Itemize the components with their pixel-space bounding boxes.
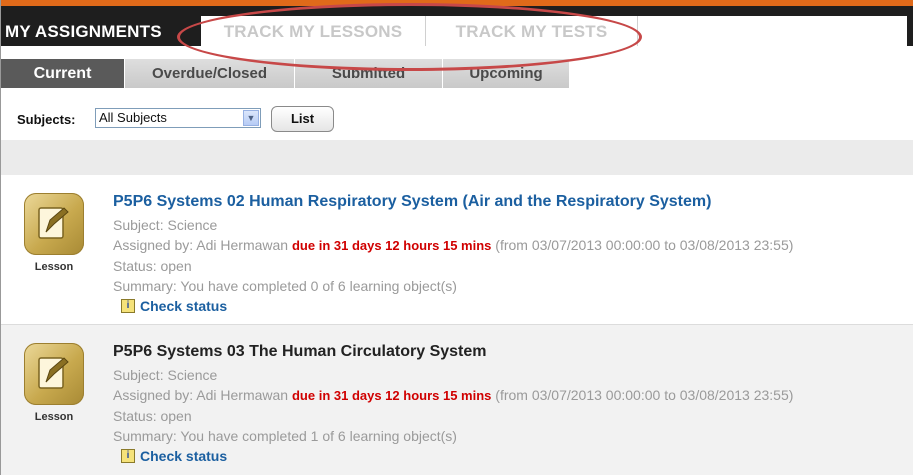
- list-item: Lesson P5P6 Systems 03 The Human Circula…: [1, 325, 913, 475]
- lesson-assigned: Assigned by: Adi Hermawan due in 31 days…: [113, 235, 793, 256]
- page-frame: MY ASSIGNMENTS TRACK MY LESSONS TRACK MY…: [0, 0, 913, 475]
- date-range: (from 03/07/2013 00:00:00 to 03/08/2013 …: [495, 387, 794, 403]
- subtab-overdue-closed[interactable]: Overdue/Closed: [124, 59, 294, 88]
- tab-track-my-tests[interactable]: TRACK MY TESTS: [426, 16, 638, 48]
- lesson-details: P5P6 Systems 03 The Human Circulatory Sy…: [113, 343, 793, 464]
- subject-filter-row: Subjects: All Subjects ▼ List: [1, 88, 913, 140]
- subjects-select[interactable]: All Subjects ▼: [95, 108, 261, 128]
- lesson-assigned: Assigned by: Adi Hermawan due in 31 days…: [113, 385, 793, 406]
- due-countdown: due in 31 days 12 hours 15 mins: [291, 388, 492, 403]
- lesson-subject: Subject: Science: [113, 367, 218, 383]
- subtabs: Current Overdue/Closed Submitted Upcomin…: [1, 46, 913, 88]
- list-header-band: [1, 140, 913, 175]
- assigned-by: Assigned by: Adi Hermawan: [113, 387, 289, 403]
- check-status-label: Check status: [140, 298, 228, 314]
- subjects-select-value: All Subjects: [99, 110, 167, 125]
- subtab-upcoming[interactable]: Upcoming: [442, 59, 569, 88]
- info-icon: i: [121, 299, 135, 313]
- subtab-submitted[interactable]: Submitted: [294, 59, 442, 88]
- tab-my-assignments[interactable]: MY ASSIGNMENTS: [5, 16, 162, 48]
- check-status-link[interactable]: i Check status: [113, 448, 793, 464]
- info-icon: i: [121, 449, 135, 463]
- subjects-label: Subjects:: [17, 112, 76, 127]
- lesson-details: P5P6 Systems 02 Human Respiratory System…: [113, 193, 793, 314]
- lesson-icon-label: Lesson: [34, 411, 74, 423]
- lesson-summary: Summary: You have completed 0 of 6 learn…: [113, 278, 457, 294]
- due-countdown: due in 31 days 12 hours 15 mins: [291, 238, 492, 253]
- lesson-summary: Summary: You have completed 1 of 6 learn…: [113, 428, 457, 444]
- list-button[interactable]: List: [271, 106, 334, 132]
- top-navigation: MY ASSIGNMENTS TRACK MY LESSONS TRACK MY…: [1, 0, 913, 54]
- lesson-title-link[interactable]: P5P6 Systems 02 Human Respiratory System…: [113, 193, 793, 211]
- assigned-by: Assigned by: Adi Hermawan: [113, 237, 289, 253]
- lesson-subject: Subject: Science: [113, 217, 218, 233]
- lesson-icon[interactable]: [24, 193, 84, 255]
- lesson-icon[interactable]: [24, 343, 84, 405]
- lesson-status: Status: open: [113, 408, 192, 424]
- check-status-label: Check status: [140, 448, 228, 464]
- date-range: (from 03/07/2013 00:00:00 to 03/08/2013 …: [495, 237, 794, 253]
- tab-track-my-lessons[interactable]: TRACK MY LESSONS: [201, 16, 426, 48]
- lesson-title[interactable]: P5P6 Systems 03 The Human Circulatory Sy…: [113, 343, 793, 361]
- check-status-link[interactable]: i Check status: [113, 298, 793, 314]
- subtab-current[interactable]: Current: [1, 59, 124, 88]
- chevron-down-icon[interactable]: ▼: [243, 110, 259, 126]
- nav-blank-area: [638, 16, 913, 48]
- list-item: Lesson P5P6 Systems 02 Human Respiratory…: [1, 175, 913, 325]
- lesson-status: Status: open: [113, 258, 192, 274]
- lesson-icon-label: Lesson: [34, 261, 74, 273]
